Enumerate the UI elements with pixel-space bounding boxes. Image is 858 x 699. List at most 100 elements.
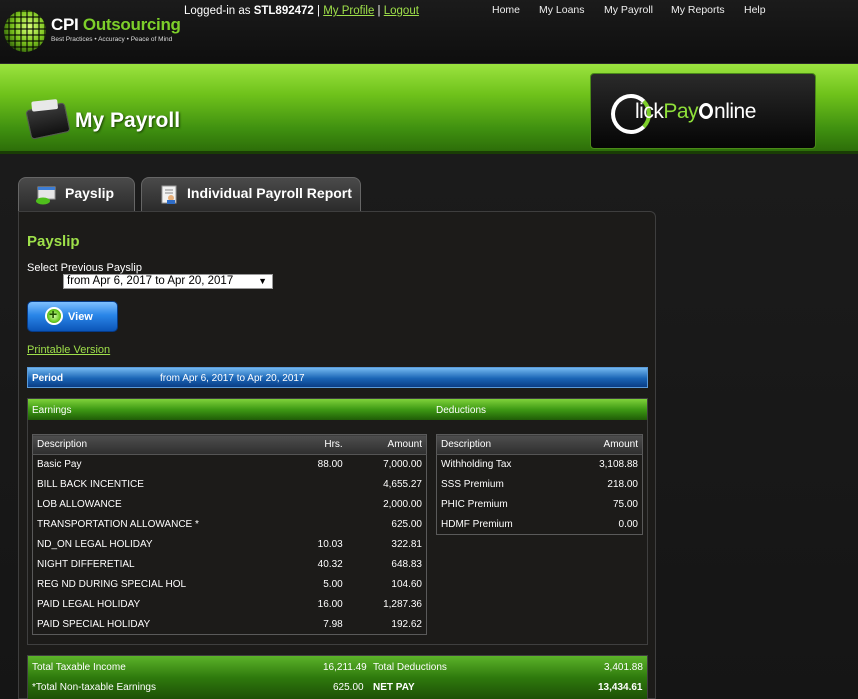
login-info: Logged-in as STL892472 | My Profile | Lo…: [184, 5, 419, 17]
earning-description: REG ND DURING SPECIAL HOL: [37, 579, 187, 590]
net-pay-value: 13,434.61: [598, 682, 643, 693]
earning-description: PAID LEGAL HOLIDAY: [37, 599, 141, 610]
period-label: Period: [32, 373, 64, 384]
total-deductions-label: Total Deductions: [373, 662, 447, 673]
selected-period-value: from Apr 6, 2017 to Apr 20, 2017: [67, 275, 234, 287]
table-row: PAID LEGAL HOLIDAY 16.00 1,287.36: [33, 595, 427, 615]
select-payslip-label: Select Previous Payslip: [27, 262, 142, 274]
earning-hours: 88.00: [317, 459, 343, 471]
user-id: STL892472: [253, 5, 314, 17]
logo-text-1: lick: [635, 100, 664, 123]
globe-icon: [4, 10, 46, 52]
earning-hours: [277, 475, 347, 495]
logo-text-3: nline: [714, 100, 756, 123]
earning-amount: 648.83: [391, 559, 422, 570]
logo-o-icon: [699, 103, 714, 119]
my-profile-link[interactable]: My Profile: [323, 5, 374, 17]
cpi-logo[interactable]: CPI Outsourcing Best Practices • Accurac…: [4, 8, 184, 54]
earning-hours: 16.00: [317, 599, 343, 610]
view-button[interactable]: View: [27, 301, 118, 332]
earning-amount: 7,000.00: [383, 459, 422, 471]
col-hours: Hrs.: [276, 434, 347, 455]
earning-hours: [277, 515, 347, 535]
nav-my-loans[interactable]: My Loans: [539, 4, 585, 16]
payslip-period-select[interactable]: from Apr 6, 2017 to Apr 20, 2017 ▼: [63, 274, 273, 289]
page-title: My Payroll: [75, 109, 181, 132]
logo-text-2: Pay: [663, 100, 699, 123]
table-row: PAID SPECIAL HOLIDAY 7.98 192.62: [33, 615, 427, 635]
earning-description: NIGHT DIFFERETIAL: [37, 559, 135, 570]
total-nontaxable-label: *Total Non-taxable Earnings: [32, 682, 156, 693]
clickpayonline-wordmark: lickPay nline: [635, 100, 756, 124]
earning-hours: 7.98: [323, 618, 343, 630]
col-amount: Amount: [346, 434, 427, 455]
deduction-amount: 3,108.88: [599, 459, 638, 471]
total-taxable-value: 16,211.49: [323, 662, 367, 673]
top-header: CPI Outsourcing Best Practices • Accurac…: [0, 0, 858, 64]
login-prefix: Logged-in as: [184, 5, 251, 17]
table-row: NIGHT DIFFERETIAL 40.32 648.83: [33, 555, 427, 575]
view-button-label: View: [68, 311, 93, 323]
section-title: Payslip: [27, 233, 80, 250]
earning-amount: 1,287.36: [383, 599, 422, 610]
earning-amount: 192.62: [391, 618, 422, 630]
total-deductions-value: 3,401.88: [604, 662, 643, 673]
table-header-row: Description Hrs. Amount: [32, 434, 427, 455]
nav-home[interactable]: Home: [492, 4, 520, 16]
table-row: REG ND DURING SPECIAL HOL 5.00 104.60: [33, 575, 427, 595]
tab-individual-payroll-report[interactable]: Individual Payroll Report: [141, 177, 361, 211]
deduction-description: HDMF Premium: [441, 518, 513, 530]
nav-my-payroll[interactable]: My Payroll: [604, 4, 653, 16]
clickpayonline-logo: lickPay nline: [590, 73, 816, 149]
deductions-table: Description Amount Withholding Tax 3,108.…: [436, 434, 643, 535]
earning-amount: 625.00: [391, 519, 422, 530]
earning-description: TRANSPORTATION ALLOWANCE *: [37, 519, 199, 530]
table-row: SSS Premium 218.00: [437, 475, 643, 495]
payslip-icon: [36, 186, 56, 205]
col-description: Description: [436, 434, 566, 455]
brand-name-first: CPI: [51, 15, 79, 34]
table-row: BILL BACK INCENTICE 4,655.27: [33, 475, 427, 495]
zoom-in-icon: [45, 306, 63, 325]
table-row: LOB ALLOWANCE 2,000.00: [33, 495, 427, 515]
nav-my-reports[interactable]: My Reports: [671, 4, 725, 16]
period-value: from Apr 6, 2017 to Apr 20, 2017: [160, 373, 305, 384]
deductions-label: Deductions: [436, 405, 487, 416]
totals-bar: Total Taxable Income 16,211.49 Total Ded…: [27, 655, 648, 699]
table-row: Basic Pay 88.00 7,000.00: [33, 455, 427, 475]
logout-link[interactable]: Logout: [384, 5, 419, 17]
earning-description: LOB ALLOWANCE: [37, 499, 122, 510]
table-header-row: Description Amount: [436, 434, 643, 455]
brand-tagline: Best Practices • Accuracy • Peace of Min…: [51, 36, 173, 43]
nav-help[interactable]: Help: [744, 4, 766, 16]
tab-payslip[interactable]: Payslip: [18, 177, 135, 211]
earning-amount: 4,655.27: [383, 479, 422, 490]
earning-description: Basic Pay: [37, 459, 82, 471]
deduction-description: PHIC Premium: [441, 499, 508, 510]
earning-amount: 2,000.00: [383, 499, 422, 510]
earning-amount: 104.60: [391, 579, 422, 590]
separator: |: [317, 5, 321, 17]
deduction-amount: 218.00: [607, 479, 638, 490]
earnings-table: Description Hrs. Amount Basic Pay 88.00 7,…: [32, 434, 427, 635]
earning-description: ND_ON LEGAL HOLIDAY: [37, 539, 153, 550]
table-row: Withholding Tax 3,108.88: [437, 455, 643, 475]
printable-version-link[interactable]: Printable Version: [27, 344, 110, 356]
earning-hours: 5.00: [323, 579, 343, 590]
earnings-deductions-section: Earnings Deductions Description Hrs. Amo…: [27, 398, 648, 645]
section-header: Earnings Deductions: [28, 399, 647, 420]
earning-hours: [277, 495, 347, 515]
dropdown-arrow-icon: ▼: [258, 276, 267, 286]
period-bar: Period from Apr 6, 2017 to Apr 20, 2017: [27, 367, 648, 388]
earning-hours: 40.32: [317, 559, 343, 570]
separator: |: [377, 5, 381, 17]
net-pay-label: NET PAY: [373, 682, 415, 693]
page-banner: My Payroll lickPay nline: [0, 64, 858, 154]
wallet-icon: [25, 102, 71, 140]
table-row: PHIC Premium 75.00: [437, 495, 643, 515]
deduction-amount: 75.00: [612, 499, 638, 510]
table-row: HDMF Premium 0.00: [437, 515, 643, 535]
tab-payslip-label: Payslip: [65, 185, 115, 201]
total-taxable-label: Total Taxable Income: [32, 662, 126, 673]
col-description: Description: [32, 434, 277, 455]
